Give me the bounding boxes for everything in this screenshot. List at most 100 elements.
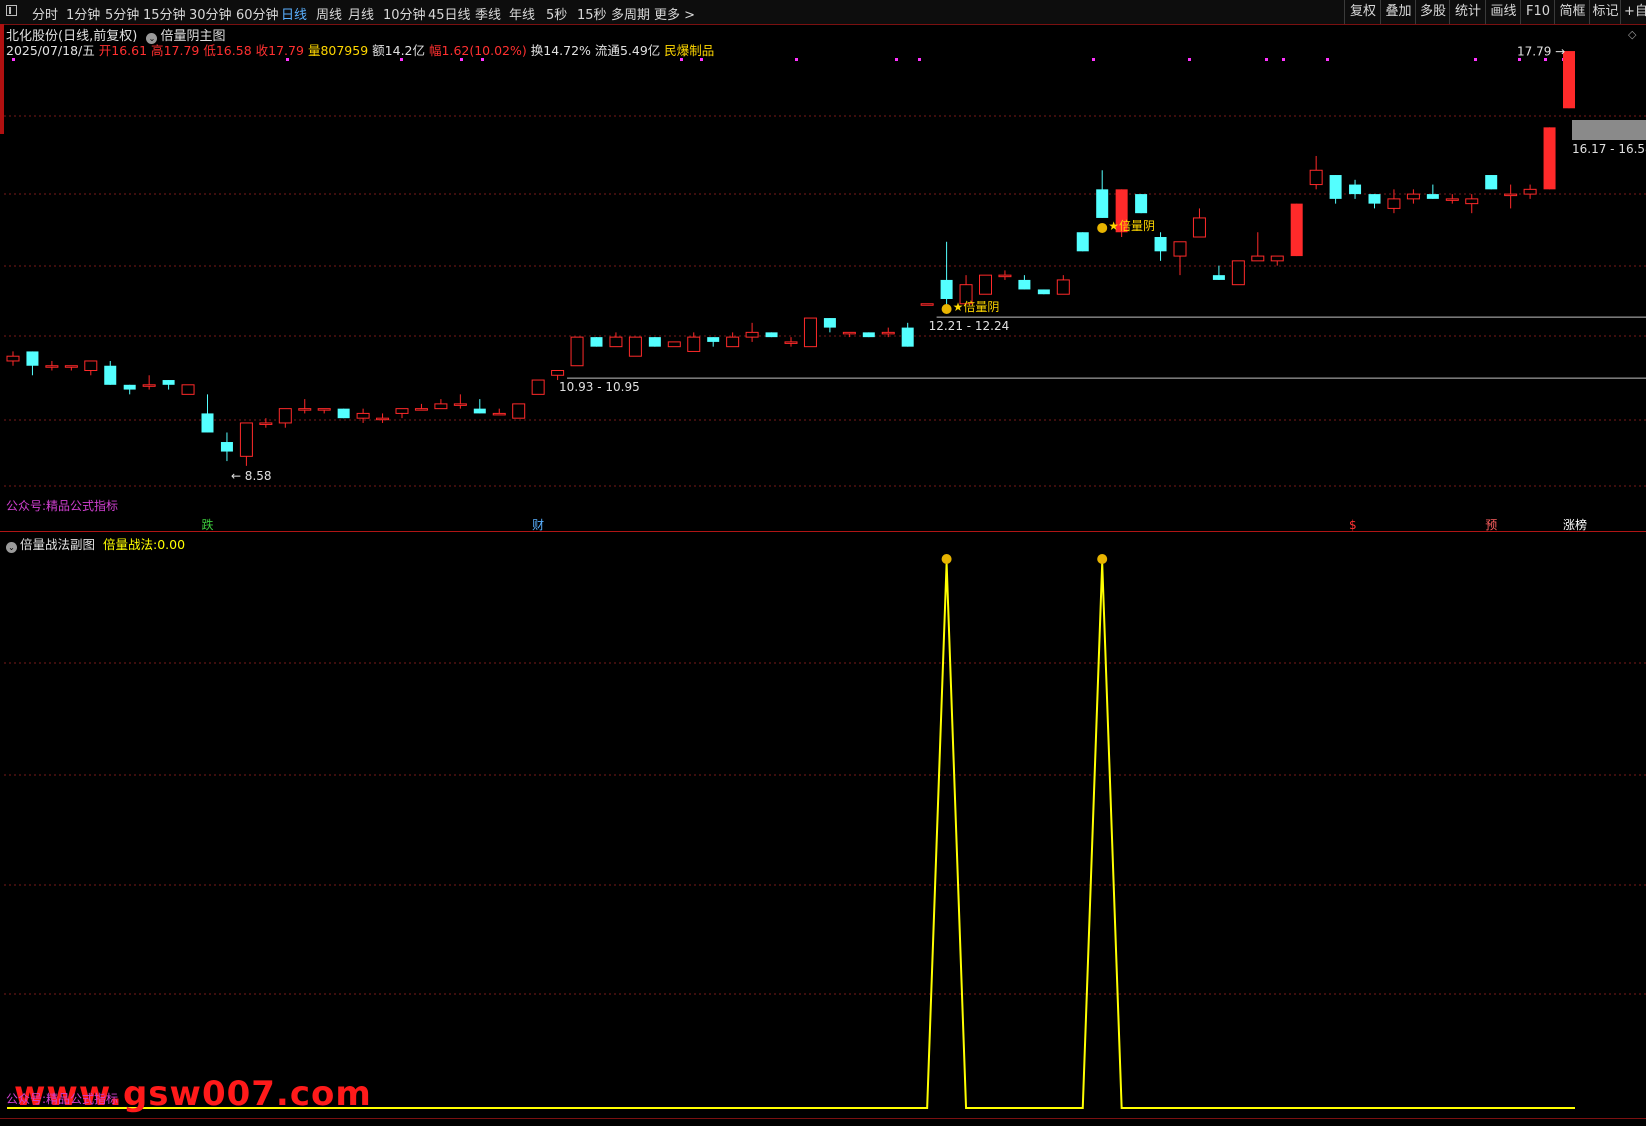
candle-67[interactable] (1309, 155, 1323, 190)
event-dot-2[interactable] (400, 58, 403, 61)
candle-76[interactable] (1485, 175, 1498, 190)
candle-69[interactable] (1349, 179, 1362, 199)
money-bag-icon[interactable] (1097, 554, 1108, 564)
money-bag-icon[interactable] (941, 554, 952, 564)
candle-36[interactable] (707, 337, 720, 347)
candle-50[interactable] (979, 274, 992, 295)
candle-44[interactable] (862, 332, 875, 338)
candle-21[interactable] (414, 403, 428, 411)
sub-indicator-chart[interactable] (0, 532, 1646, 1118)
event-dot-4[interactable] (481, 58, 484, 61)
candle-22[interactable] (434, 399, 448, 410)
candle-1[interactable] (26, 351, 39, 376)
candle-58[interactable] (1135, 194, 1148, 214)
candle-77[interactable] (1504, 184, 1518, 209)
candle-60[interactable] (1173, 241, 1187, 276)
candle-35[interactable] (687, 332, 701, 352)
candle-14[interactable] (278, 408, 292, 428)
candle-37[interactable] (726, 332, 740, 348)
candle-41[interactable] (803, 317, 817, 348)
candle-63[interactable] (1231, 260, 1245, 286)
candle-73[interactable] (1426, 184, 1439, 199)
candle-32[interactable] (628, 336, 642, 357)
candle-3[interactable] (64, 365, 78, 371)
bottom-tag-4[interactable]: 涨榜 (1563, 517, 1587, 531)
candle-19[interactable] (376, 413, 390, 423)
candle-74[interactable] (1445, 194, 1459, 204)
window-toggle-icon[interactable] (6, 5, 17, 16)
candle-61[interactable] (1192, 208, 1206, 238)
event-dot-8[interactable] (895, 58, 898, 61)
candle-8[interactable] (162, 380, 175, 390)
period-tab-0[interactable]: 分时 (32, 4, 58, 23)
period-tab-13[interactable]: 5秒 (546, 4, 567, 23)
toolbar-button-0[interactable]: 复权 (1344, 0, 1381, 24)
candle-33[interactable] (648, 337, 661, 347)
candle-5[interactable] (104, 360, 117, 385)
period-tab-1[interactable]: 1分钟 (66, 4, 100, 23)
candle-70[interactable] (1368, 194, 1381, 209)
toolbar-button-5[interactable]: F10 (1520, 0, 1555, 24)
toolbar-button-8[interactable]: +自 (1620, 0, 1646, 24)
candle-24[interactable] (473, 399, 486, 414)
candle-18[interactable] (356, 408, 370, 423)
candle-4[interactable] (84, 360, 98, 376)
candle-39[interactable] (765, 332, 778, 338)
period-tab-9[interactable]: 10分钟 (383, 4, 426, 23)
period-tab-12[interactable]: 年线 (509, 4, 535, 23)
diamond-icon[interactable]: ◇ (1628, 28, 1637, 41)
candle-54[interactable] (1056, 275, 1070, 295)
toolbar-button-1[interactable]: 叠加 (1380, 0, 1416, 24)
toolbar-button-3[interactable]: 统计 (1449, 0, 1486, 24)
candle-80[interactable] (1563, 51, 1575, 109)
period-tab-16[interactable]: 更多 > (654, 4, 695, 23)
candle-29[interactable] (570, 336, 584, 367)
candle-75[interactable] (1465, 194, 1479, 214)
candle-79[interactable] (1543, 127, 1556, 190)
event-dot-7[interactable] (795, 58, 798, 61)
candle-34[interactable] (667, 341, 681, 348)
candle-28[interactable] (551, 370, 565, 381)
candle-7[interactable] (142, 375, 156, 390)
period-tab-11[interactable]: 季线 (475, 4, 501, 23)
event-dot-6[interactable] (700, 58, 703, 61)
period-tab-10[interactable]: 45日线 (428, 4, 471, 23)
event-dot-1[interactable] (286, 58, 289, 61)
candle-40[interactable] (784, 337, 798, 347)
candle-71[interactable] (1387, 189, 1401, 214)
candle-47[interactable] (920, 303, 934, 306)
toolbar-button-4[interactable]: 画线 (1485, 0, 1521, 24)
period-tab-5[interactable]: 60分钟 (236, 4, 279, 23)
candle-23[interactable] (453, 394, 467, 409)
candle-64[interactable] (1251, 232, 1265, 262)
period-tab-2[interactable]: 5分钟 (105, 4, 139, 23)
toolbar-button-7[interactable]: 标记 (1589, 0, 1621, 24)
candle-25[interactable] (492, 408, 506, 416)
candle-46[interactable] (901, 322, 914, 347)
candle-48[interactable] (940, 241, 953, 309)
candle-66[interactable] (1290, 203, 1303, 257)
money-bag-icon[interactable] (941, 303, 952, 314)
candle-11[interactable] (220, 432, 233, 462)
candle-15[interactable] (298, 399, 312, 414)
period-tab-4[interactable]: 30分钟 (189, 4, 232, 23)
candle-65[interactable] (1270, 255, 1284, 266)
event-dot-14[interactable] (1326, 58, 1329, 61)
period-tab-6[interactable]: 日线 (281, 4, 307, 23)
candle-2[interactable] (45, 360, 59, 371)
candle-20[interactable] (395, 408, 409, 419)
event-dot-12[interactable] (1265, 58, 1268, 61)
period-tab-14[interactable]: 15秒 (577, 4, 607, 23)
period-tab-3[interactable]: 15分钟 (143, 4, 186, 23)
main-candlestick-chart[interactable]: 12.21 - 12.24 10.93 - 10.95 16.17 - 16.58 1… (0, 24, 1646, 531)
candle-38[interactable] (745, 322, 759, 342)
candle-30[interactable] (590, 337, 603, 347)
candle-68[interactable] (1329, 175, 1342, 204)
candle-12[interactable] (239, 422, 253, 466)
period-tab-7[interactable]: 周线 (316, 4, 342, 23)
event-dot-0[interactable] (12, 58, 15, 61)
candle-72[interactable] (1406, 189, 1420, 204)
indicator-line[interactable] (7, 562, 1575, 1109)
candle-17[interactable] (337, 408, 350, 419)
candle-9[interactable] (181, 384, 195, 395)
